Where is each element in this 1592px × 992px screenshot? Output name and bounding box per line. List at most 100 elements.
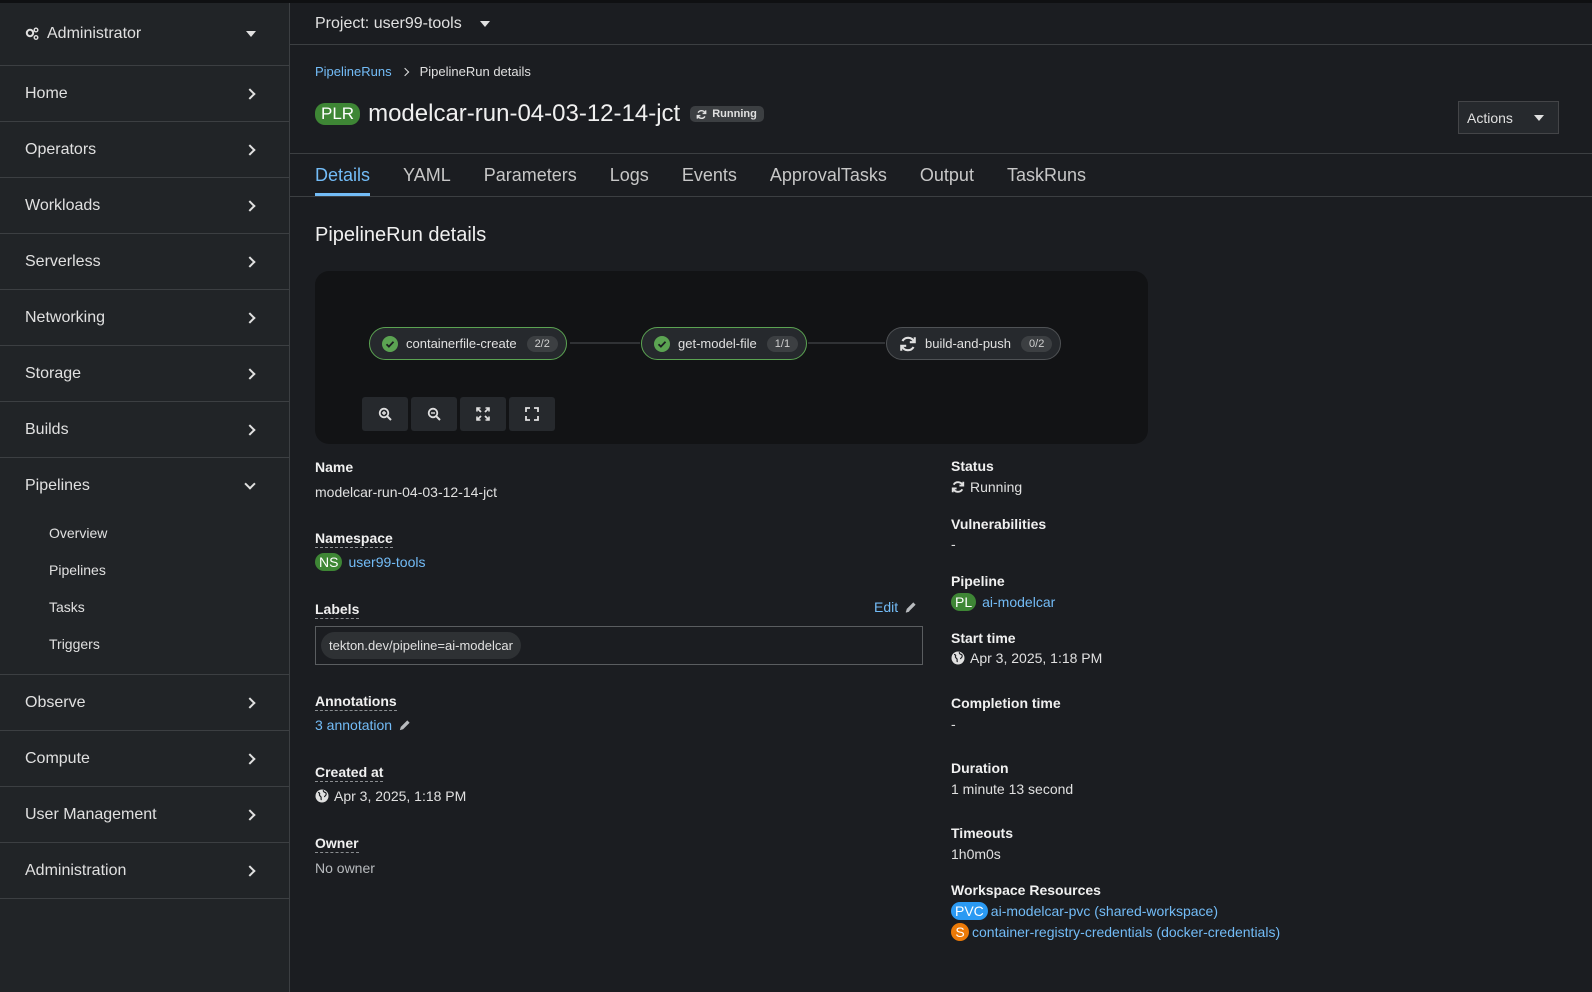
tab-yaml[interactable]: YAML (403, 154, 451, 197)
owner-label: Owner (315, 835, 359, 853)
edit-label: Edit (874, 599, 899, 615)
tab-bar: Details YAML Parameters Logs Events Appr… (290, 153, 1592, 197)
breadcrumb: PipelineRuns PipelineRun details (315, 64, 531, 79)
nav-label: Home (25, 84, 68, 102)
task-name: build-and-push (925, 336, 1012, 351)
subnav-tasks[interactable]: Tasks (0, 588, 289, 625)
workspace-secret: S container-registry-credentials (docker… (951, 923, 1280, 941)
chevron-right-icon (244, 752, 256, 765)
reset-view-button[interactable] (509, 397, 555, 431)
subnav-triggers[interactable]: Triggers (0, 625, 289, 662)
labels-box[interactable]: tekton.dev/pipeline=ai-modelcar (315, 626, 923, 665)
task-count: 2/2 (526, 335, 558, 352)
chevron-right-icon (244, 808, 256, 821)
nav-label: Compute (25, 749, 90, 767)
nav-label: Storage (25, 364, 82, 382)
created-label: Created at (315, 764, 384, 782)
subnav-overview[interactable]: Overview (0, 514, 289, 551)
namespace-link[interactable]: user99-tools (348, 554, 425, 570)
nav-observe[interactable]: Observe (0, 675, 289, 731)
nav-compute[interactable]: Compute (0, 731, 289, 787)
created-text: Apr 3, 2025, 1:18 PM (334, 788, 467, 804)
tab-approvaltasks[interactable]: ApprovalTasks (770, 154, 887, 197)
pipeline-badge: PL (951, 593, 977, 611)
pvc-link[interactable]: ai-modelcar-pvc (shared-workspace) (991, 903, 1218, 919)
status-badge: Running (690, 106, 764, 122)
zoom-out-button[interactable] (411, 397, 457, 431)
nav-storage[interactable]: Storage (0, 346, 289, 402)
chevron-right-icon (244, 696, 256, 709)
expand-icon (525, 407, 539, 421)
nav-label: Operators (25, 140, 97, 158)
nav-networking[interactable]: Networking (0, 290, 289, 346)
name-label: Name (315, 459, 354, 475)
nav-home[interactable]: Home (0, 66, 289, 122)
owner-value: No owner (315, 860, 375, 876)
vulnerabilities-value: - (951, 536, 956, 552)
chevron-right-icon (244, 87, 256, 100)
nav-label: Administration (25, 861, 127, 879)
sidebar: Administrator Home Operators Workloads S… (0, 3, 290, 992)
perspective-switcher[interactable]: Administrator (0, 3, 289, 66)
subnav-pipelines[interactable]: Pipelines (0, 551, 289, 588)
cogs-icon (25, 27, 39, 40)
caret-down-icon (479, 20, 490, 27)
nav-builds[interactable]: Builds (0, 402, 289, 458)
zoom-out-icon (427, 407, 441, 421)
annotations-label: Annotations (315, 693, 397, 711)
nav-label: User Management (25, 805, 157, 823)
chevron-right-icon (244, 864, 256, 877)
nav-administration[interactable]: Administration (0, 843, 289, 899)
fit-to-screen-button[interactable] (460, 397, 506, 431)
project-selector[interactable]: Project: user99-tools (290, 3, 1592, 45)
expand-arrows-icon (476, 407, 490, 421)
chevron-right-icon (244, 367, 256, 380)
task-node-build-and-push[interactable]: build-and-push 0/2 (886, 327, 1062, 360)
zoom-in-button[interactable] (362, 397, 408, 431)
annotations-value: 3 annotation (315, 717, 411, 733)
nav-workloads[interactable]: Workloads (0, 178, 289, 234)
name-value: modelcar-run-04-03-12-14-jct (315, 484, 498, 500)
nav-label: Observe (25, 693, 86, 711)
annotations-link[interactable]: 3 annotation (315, 717, 392, 733)
nav-serverless[interactable]: Serverless (0, 234, 289, 290)
tab-details[interactable]: Details (315, 154, 371, 196)
nav-label: Networking (25, 308, 106, 326)
tab-taskruns[interactable]: TaskRuns (1007, 154, 1086, 197)
completion-time-value: - (951, 716, 956, 732)
project-label: Project: user99-tools (315, 14, 462, 32)
workspace-pvc: PVC ai-modelcar-pvc (shared-workspace) (951, 902, 1218, 920)
nav-label: Pipelines (25, 477, 90, 494)
nav-operators[interactable]: Operators (0, 122, 289, 178)
task-name: get-model-file (678, 336, 757, 351)
task-node-get-model-file[interactable]: get-model-file 1/1 (641, 327, 808, 360)
tab-logs[interactable]: Logs (610, 154, 649, 197)
pipeline-link[interactable]: ai-modelcar (982, 594, 1055, 610)
labels-edit-link[interactable]: Edit (874, 599, 917, 615)
nav-pipelines[interactable]: Pipelines (0, 458, 289, 514)
breadcrumb-pipelineruns-link[interactable]: PipelineRuns (315, 64, 392, 79)
chevron-right-icon (244, 255, 256, 268)
completion-time-label: Completion time (951, 695, 1061, 711)
task-count: 1/1 (766, 335, 799, 352)
task-node-containerfile-create[interactable]: containerfile-create 2/2 (369, 327, 567, 360)
nav-label: Builds (25, 420, 69, 438)
status-value: Running (951, 479, 1022, 495)
nav-user-management[interactable]: User Management (0, 787, 289, 843)
start-time-text: Apr 3, 2025, 1:18 PM (970, 650, 1103, 666)
timeouts-value: 1h0m0s (951, 846, 1001, 862)
tab-output[interactable]: Output (920, 154, 974, 197)
pencil-icon (905, 601, 916, 613)
resource-badge: PLR (315, 103, 361, 125)
pipeline-label: Pipeline (951, 573, 1005, 589)
namespace-badge: NS (315, 553, 343, 571)
page-heading: PLR modelcar-run-04-03-12-14-jct Running (315, 100, 764, 128)
tab-parameters[interactable]: Parameters (484, 154, 577, 197)
pencil-icon[interactable] (398, 719, 411, 732)
secret-link[interactable]: container-registry-credentials (docker-c… (972, 924, 1280, 940)
actions-dropdown[interactable]: Actions (1458, 101, 1559, 134)
chevron-right-icon (244, 199, 256, 212)
workspace-resources-label: Workspace Resources (951, 882, 1101, 898)
nav-group-pipelines: Pipelines Overview Pipelines Tasks Trigg… (0, 458, 289, 675)
tab-events[interactable]: Events (682, 154, 737, 197)
